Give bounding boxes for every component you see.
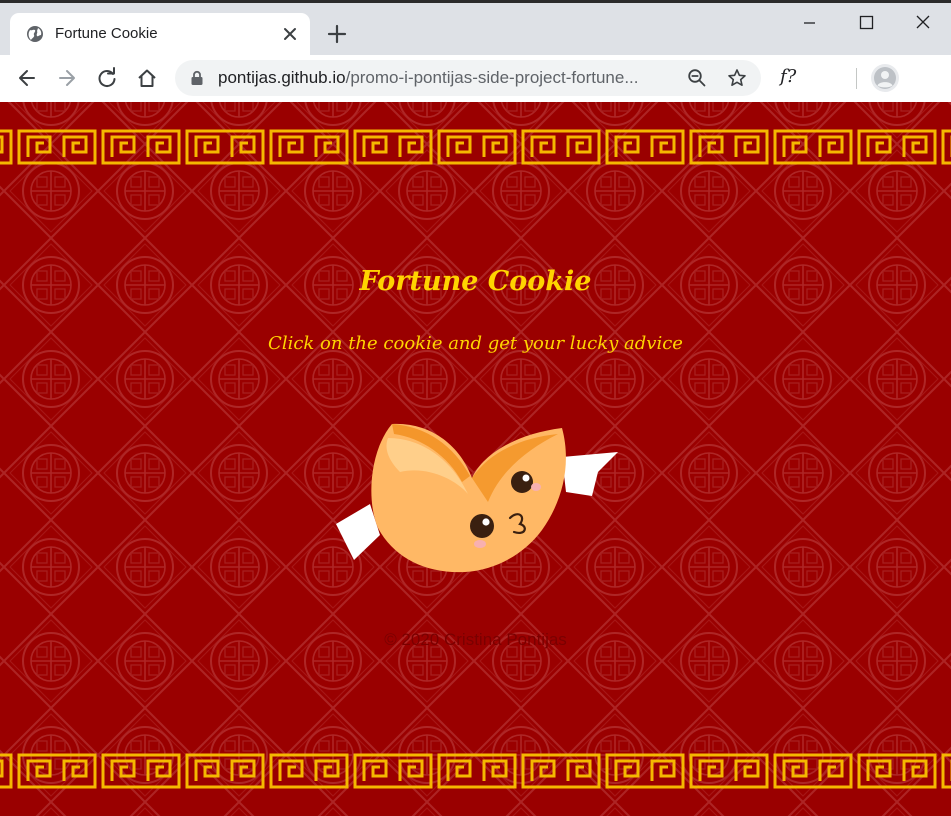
close-icon[interactable] — [281, 25, 299, 43]
globe-icon — [27, 26, 43, 42]
reload-icon[interactable] — [96, 67, 118, 89]
footer-copyright: © 2020 Cristina Pontijas — [384, 630, 567, 649]
page-content: Fortune Cookie Click on the cookie and g… — [0, 102, 951, 816]
arrow-right-icon[interactable] — [56, 67, 78, 89]
home-icon[interactable] — [136, 67, 158, 89]
page-subtitle: Click on the cookie and get your lucky a… — [268, 333, 683, 354]
greek-key-border-top — [0, 128, 951, 166]
window-top-border — [0, 0, 951, 3]
star-icon[interactable] — [727, 68, 747, 88]
cookie-blush-left — [474, 540, 486, 548]
cookie-eye-right — [511, 471, 533, 493]
url-text[interactable]: pontijas.github.io/promo-i-pontijas-side… — [218, 68, 670, 88]
arrow-left-icon[interactable] — [16, 67, 38, 89]
close-icon[interactable] — [900, 10, 946, 36]
zoom-out-icon[interactable] — [687, 68, 707, 88]
lock-icon[interactable] — [190, 70, 204, 86]
extension-icon[interactable]: f? — [780, 66, 796, 87]
paper-slip-right — [562, 452, 618, 496]
page-title: Fortune Cookie — [359, 266, 592, 297]
tab-title: Fortune Cookie — [55, 25, 158, 42]
url-host: pontijas.github.io — [218, 68, 346, 87]
browser-tab[interactable]: Fortune Cookie — [10, 13, 310, 55]
greek-key-border-bottom — [0, 752, 951, 790]
url-path: /promo-i-pontijas-side-project-fortune..… — [345, 68, 639, 87]
cookie-blush-right — [531, 483, 541, 491]
fortune-cookie-button[interactable] — [330, 420, 625, 580]
maximize-icon[interactable] — [843, 10, 889, 36]
minimize-icon[interactable] — [786, 10, 832, 36]
toolbar-divider — [856, 68, 857, 89]
plus-icon[interactable] — [327, 24, 347, 44]
address-bar[interactable]: pontijas.github.io/promo-i-pontijas-side… — [175, 60, 761, 96]
cookie-eye-left — [470, 514, 494, 538]
browser-chrome: Fortune Cookie pontijas.github.io/promo-… — [0, 0, 951, 102]
avatar-icon[interactable] — [871, 64, 899, 92]
browser-toolbar: pontijas.github.io/promo-i-pontijas-side… — [0, 55, 951, 102]
